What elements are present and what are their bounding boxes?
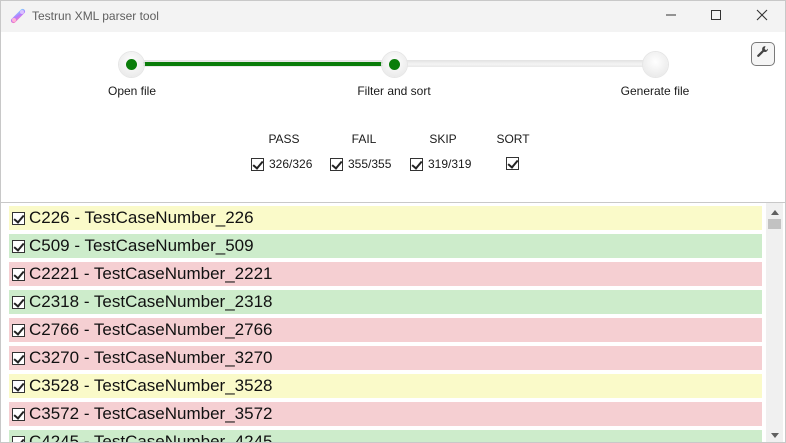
close-button[interactable]	[739, 1, 785, 32]
pass-filter-checkbox[interactable]: 326/326	[251, 157, 312, 171]
test-case-list[interactable]: C4245 - TestCaseNumber_4245 C3572 - TestC…	[1, 202, 785, 443]
title-bar[interactable]: Testrun XML parser tool	[1, 1, 785, 32]
test-case-row[interactable]: C509 - TestCaseNumber_509	[9, 234, 762, 258]
step-node-generate-file[interactable]	[643, 52, 668, 77]
test-case-checkbox[interactable]	[12, 239, 25, 253]
test-case-row[interactable]: C226 - TestCaseNumber_226	[9, 206, 762, 230]
test-case-checkbox[interactable]	[12, 295, 25, 309]
scroll-thumb[interactable]	[768, 219, 781, 229]
step-node-filter-and-sort[interactable]	[382, 52, 407, 77]
minimize-button[interactable]	[648, 1, 694, 32]
test-case-checkbox[interactable]	[12, 323, 25, 337]
test-case-checkbox[interactable]	[12, 407, 25, 421]
test-case-row[interactable]: C2318 - TestCaseNumber_2318	[9, 290, 762, 314]
test-case-row[interactable]: C3270 - TestCaseNumber_3270	[9, 346, 762, 370]
fail-filter-checkbox[interactable]: 355/355	[330, 157, 391, 171]
test-case-checkbox[interactable]	[12, 351, 25, 365]
test-case-label: C3270 - TestCaseNumber_3270	[29, 348, 273, 367]
app-logo-icon	[10, 8, 26, 24]
sort-header: SORT	[496, 132, 530, 146]
settings-button[interactable]	[751, 42, 775, 66]
test-case-label: C226 - TestCaseNumber_226	[29, 208, 254, 227]
checkbox-checked[interactable]	[410, 157, 423, 171]
step-label-open-file: Open file	[107, 84, 157, 98]
test-case-checkbox[interactable]	[12, 435, 25, 442]
test-case-label: C2766 - TestCaseNumber_2766	[29, 320, 273, 339]
minimize-icon	[665, 8, 677, 26]
scroll-up-arrow[interactable]	[766, 205, 783, 219]
test-case-row[interactable]: C3528 - TestCaseNumber_3528	[9, 374, 762, 398]
fail-count: 355/355	[348, 157, 392, 171]
checkbox-checked[interactable]	[251, 157, 264, 171]
close-icon	[756, 8, 768, 26]
test-case-row[interactable]: C2766 - TestCaseNumber_2766	[9, 318, 762, 342]
wrench-icon	[756, 45, 770, 64]
test-case-row[interactable]: C4245 - TestCaseNumber_4245	[9, 430, 762, 443]
progress-fill	[131, 62, 395, 66]
step-done-dot	[126, 59, 137, 70]
test-case-label: C2318 - TestCaseNumber_2318	[29, 292, 273, 311]
test-case-row[interactable]: C2221 - TestCaseNumber_2221	[9, 262, 762, 286]
scroll-down-arrow[interactable]	[766, 428, 783, 442]
test-case-label: C509 - TestCaseNumber_509	[29, 236, 254, 255]
fail-header: FAIL	[351, 132, 377, 146]
skip-header: SKIP	[429, 132, 457, 146]
app-window: Testrun XML parser tool Open file Filter…	[0, 0, 786, 443]
step-node-open-file[interactable]	[119, 52, 144, 77]
maximize-button[interactable]	[693, 1, 739, 32]
test-case-checkbox[interactable]	[12, 379, 25, 393]
vertical-scrollbar[interactable]	[766, 203, 783, 442]
checkbox-checked[interactable]	[330, 157, 343, 171]
test-case-label: C3528 - TestCaseNumber_3528	[29, 376, 273, 395]
pass-header: PASS	[268, 132, 300, 146]
test-case-label: C2221 - TestCaseNumber_2221	[29, 264, 273, 283]
pass-count: 326/326	[269, 157, 313, 171]
test-case-label: C4245 - TestCaseNumber_4245	[29, 432, 273, 443]
sort-checkbox[interactable]	[506, 157, 519, 170]
test-case-checkbox[interactable]	[12, 211, 25, 225]
test-case-checkbox[interactable]	[12, 267, 25, 281]
skip-filter-checkbox[interactable]: 319/319	[410, 157, 471, 171]
step-progress: Open file Filter and sort Generate file	[1, 32, 785, 112]
test-case-row[interactable]: C3572 - TestCaseNumber_3572	[9, 402, 762, 426]
maximize-icon	[710, 8, 722, 26]
checkbox-checked[interactable]	[506, 157, 519, 170]
test-case-label: C3572 - TestCaseNumber_3572	[29, 404, 273, 423]
step-label-generate-file: Generate file	[620, 84, 690, 98]
step-label-filter-and-sort: Filter and sort	[357, 84, 431, 98]
step-done-dot	[389, 59, 400, 70]
skip-count: 319/319	[428, 157, 472, 171]
window-title: Testrun XML parser tool	[32, 9, 159, 23]
